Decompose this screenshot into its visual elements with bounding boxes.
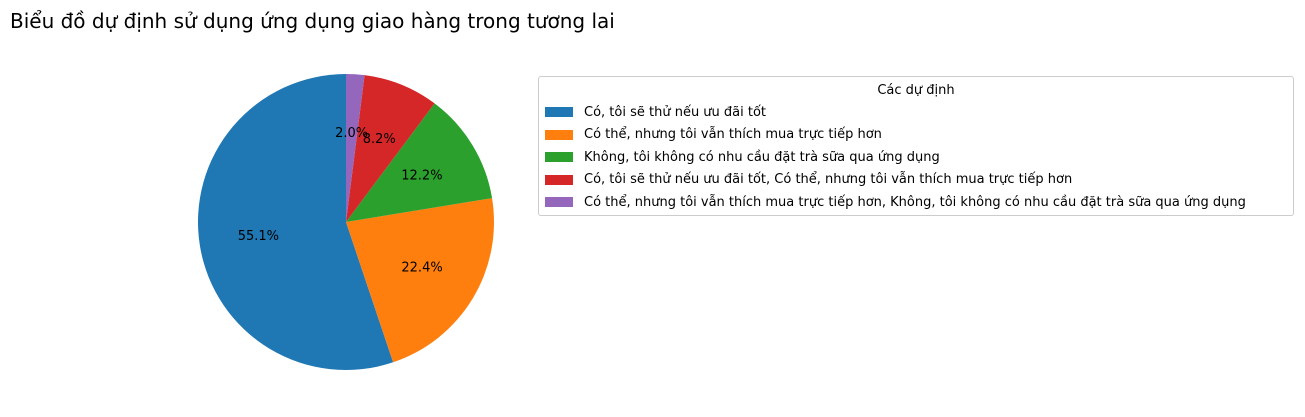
legend-item-0: Có, tôi sẽ thử nếu ưu đãi tốt bbox=[545, 103, 766, 121]
legend-swatch-3 bbox=[545, 174, 573, 185]
pie-slices bbox=[198, 74, 494, 370]
pie-pct-label-0: 55.1% bbox=[238, 229, 279, 244]
legend-label-4: Có thể, nhưng tôi vẫn thích mua trực tiế… bbox=[584, 194, 1246, 210]
pie-pct-label-1: 22.4% bbox=[401, 260, 442, 275]
legend-label-2: Không, tôi không có nhu cầu đặt trà sữa … bbox=[584, 149, 940, 165]
legend-swatch-0 bbox=[545, 107, 573, 117]
legend-item-4: Có thể, nhưng tôi vẫn thích mua trực tiế… bbox=[545, 193, 1246, 211]
legend-item-3: Có, tôi sẽ thử nếu ưu đãi tốt, Có thể, n… bbox=[545, 171, 1072, 189]
legend-swatch-1 bbox=[545, 129, 573, 140]
legend-label-3: Có, tôi sẽ thử nếu ưu đãi tốt, Có thể, n… bbox=[584, 172, 1073, 187]
legend-swatch-4 bbox=[545, 197, 573, 207]
pie-pct-label-2: 12.2% bbox=[401, 168, 442, 183]
legend-swatch-2 bbox=[545, 152, 573, 162]
legend-label-0: Có, tôi sẽ thử nếu ưu đãi tốt bbox=[584, 104, 767, 120]
pie-pct-label-4: 2.0% bbox=[335, 126, 368, 141]
legend-title: Các dự định bbox=[877, 83, 955, 98]
legend-item-2: Không, tôi không có nhu cầu đặt trà sữa … bbox=[545, 148, 940, 166]
legend-item-1: Có thể, nhưng tôi vẫn thích mua trực tiế… bbox=[545, 126, 882, 144]
legend-label-1: Có thể, nhưng tôi vẫn thích mua trực tiế… bbox=[584, 127, 882, 142]
legend: Các dự định Có, tôi sẽ thử nếu ưu đãi tố… bbox=[538, 76, 1294, 216]
